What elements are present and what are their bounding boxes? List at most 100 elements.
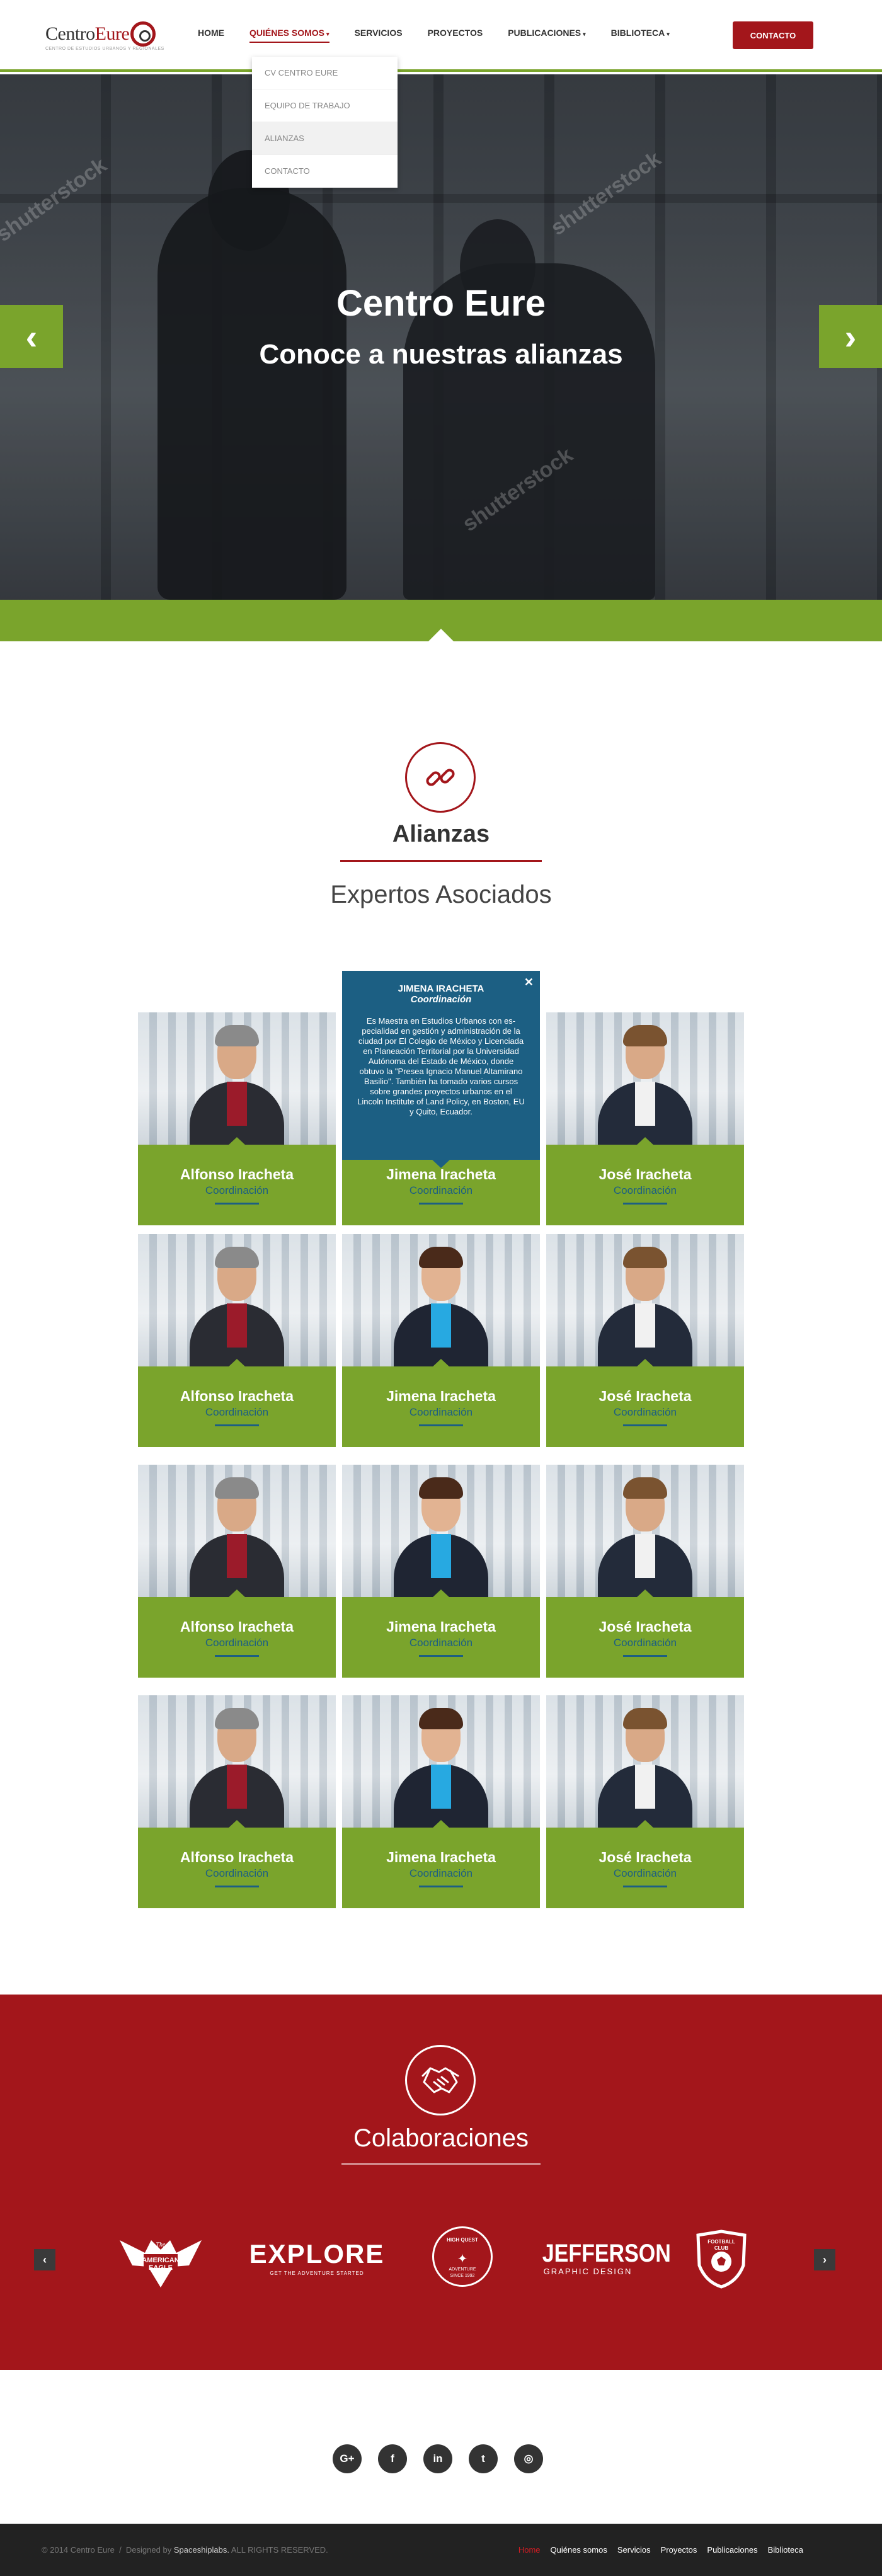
member-name: Alfonso Iracheta <box>180 1849 294 1865</box>
card-notch <box>227 1820 246 1829</box>
logo-text: CentroEure <box>45 23 130 44</box>
dropdown-item-contacto[interactable]: CONTACTO <box>252 155 398 188</box>
logo-text: GET THE ADVENTURE STARTED <box>270 2270 364 2276</box>
member-divider <box>623 1203 667 1205</box>
member-name: Jimena Iracheta <box>386 1388 496 1404</box>
close-icon[interactable]: ✕ <box>524 976 534 989</box>
team-member-card[interactable]: José Iracheta Coordinación <box>546 1465 744 1678</box>
member-photo <box>342 1695 540 1828</box>
member-divider <box>215 1886 259 1887</box>
section-title: Alianzas <box>392 821 490 847</box>
partner-logo-high-quest[interactable]: HIGH QUEST ✦ ADVENTURE SINCE 1992 <box>432 2226 495 2287</box>
member-name: Alfonso Iracheta <box>180 1166 294 1182</box>
facebook-icon[interactable]: f <box>378 2444 407 2473</box>
team-member-card[interactable]: Jimena Iracheta Coordinación <box>342 1234 540 1447</box>
partner-logo-explore[interactable]: EXPLORE GET THE ADVENTURE STARTED <box>244 2240 389 2277</box>
member-photo <box>546 1234 744 1366</box>
logo-target-icon <box>130 21 156 47</box>
team-member-card[interactable]: José Iracheta Coordinación <box>546 1695 744 1908</box>
member-divider <box>623 1655 667 1657</box>
page: CentroEure CENTRO DE ESTUDIOS URBANOS Y … <box>0 0 882 2576</box>
team-member-card[interactable]: Alfonso Iracheta Coordinación <box>138 1012 336 1225</box>
collaborations-section: Colaboraciones ‹ › The AMERICAN EAGLE EX… <box>0 1995 882 2370</box>
nav-item-home[interactable]: HOME <box>198 28 224 43</box>
nav-item-publicaciones[interactable]: PUBLICACIONES ▾ <box>508 28 585 43</box>
footer-link-quienes-somos[interactable]: Quiénes somos <box>551 2545 607 2555</box>
team-member-card[interactable]: José Iracheta Coordinación <box>546 1012 744 1225</box>
contact-button[interactable]: CONTACTO <box>733 21 813 49</box>
main-nav: HOME QUIÉNES SOMOS ▾ SERVICIOS PROYECTOS … <box>198 28 695 43</box>
logo-text: AMERICAN <box>142 2257 180 2264</box>
member-name: Alfonso Iracheta <box>180 1388 294 1404</box>
twitter-icon[interactable]: t <box>469 2444 498 2473</box>
card-notch <box>432 1589 450 1598</box>
carousel-prev-button[interactable]: ‹ <box>34 2249 55 2270</box>
footer-link-servicios[interactable]: Servicios <box>617 2545 651 2555</box>
slider-next-button[interactable]: › <box>819 305 882 368</box>
member-divider <box>215 1424 259 1426</box>
member-name: José Iracheta <box>598 1618 692 1635</box>
logo-tagline: CENTRO DE ESTUDIOS URBANOS Y REGIONALES <box>45 47 164 51</box>
member-bio-popup: ✕ JIMENA IRACHETA Coordinación Es Maestr… <box>342 971 540 1160</box>
footer-link-proyectos[interactable]: Proyectos <box>661 2545 697 2555</box>
card-notch <box>227 1589 246 1598</box>
slider-prev-button[interactable]: ‹ <box>0 305 63 368</box>
member-photo <box>546 1465 744 1597</box>
member-photo <box>546 1012 744 1145</box>
card-notch <box>636 1820 655 1829</box>
member-photo <box>138 1695 336 1828</box>
linkedin-icon[interactable]: in <box>423 2444 452 2473</box>
chevron-down-icon: ▾ <box>667 31 670 37</box>
card-notch <box>636 1359 655 1368</box>
team-member-card[interactable]: Alfonso Iracheta Coordinación <box>138 1234 336 1447</box>
card-notch <box>227 1137 246 1146</box>
dropdown-item-equipo[interactable]: EQUIPO DE TRABAJO <box>252 89 398 122</box>
team-member-card[interactable]: Jimena Iracheta Coordinación <box>342 1465 540 1678</box>
logo-text: FOOTBALL <box>707 2239 735 2245</box>
card-notch <box>636 1137 655 1146</box>
footer-nav: Home Quiénes somos Servicios Proyectos P… <box>508 2545 803 2555</box>
quienes-somos-dropdown: CV CENTRO EURE EQUIPO DE TRABAJO ALIANZA… <box>252 57 398 188</box>
team-member-card[interactable]: José Iracheta Coordinación <box>546 1234 744 1447</box>
nav-item-biblioteca[interactable]: BIBLIOTECA ▾ <box>611 28 670 43</box>
designer-link[interactable]: Spaceshiplabs. <box>174 2545 229 2555</box>
hero-band-notch <box>428 629 454 641</box>
footer: © 2014 Centro Eure / Designed by Spacesh… <box>0 2524 882 2576</box>
member-photo <box>138 1012 336 1145</box>
logo-text: EAGLE <box>149 2264 173 2272</box>
section-subtitle: Expertos Asociados <box>330 881 552 908</box>
carousel-next-button[interactable]: › <box>814 2249 835 2270</box>
dropdown-item-alianzas[interactable]: ALIANZAS <box>252 122 398 155</box>
logo-text: CLUB <box>714 2245 729 2251</box>
logo-text: The <box>156 2241 166 2248</box>
dropdown-item-cv[interactable]: CV CENTRO EURE <box>252 57 398 89</box>
collaborations-divider <box>341 2163 541 2165</box>
hero-slider: shutterstock shutterstock shutterstock C… <box>0 74 882 600</box>
team-member-card[interactable]: Alfonso Iracheta Coordinación <box>138 1695 336 1908</box>
nav-item-servicios[interactable]: SERVICIOS <box>355 28 403 43</box>
popup-pointer <box>432 1159 450 1168</box>
partner-logo-american-eagle[interactable]: The AMERICAN EAGLE <box>113 2228 208 2294</box>
footer-link-biblioteca[interactable]: Biblioteca <box>768 2545 803 2555</box>
member-role: Coordinación <box>205 1406 269 1418</box>
handshake-icon <box>405 2045 476 2115</box>
footer-link-home[interactable]: Home <box>518 2545 541 2555</box>
member-role: Coordinación <box>409 1867 473 1879</box>
chevron-down-icon: ▾ <box>326 31 329 37</box>
google-plus-icon[interactable]: G+ <box>333 2444 362 2473</box>
partner-logo-jefferson[interactable]: JEFFERSON GRAPHIC DESIGN <box>534 2240 671 2276</box>
collaborations-title: Colaboraciones <box>353 2124 529 2152</box>
site-logo[interactable]: CentroEure CENTRO DE ESTUDIOS URBANOS Y … <box>45 21 164 51</box>
popup-name: JIMENA IRACHETA <box>398 983 484 994</box>
team-member-card[interactable]: Jimena Iracheta Coordinación <box>342 1695 540 1908</box>
member-role: Coordinación <box>205 1867 269 1879</box>
footer-link-publicaciones[interactable]: Publicaciones <box>707 2545 757 2555</box>
copyright-separator: / <box>119 2545 122 2555</box>
team-member-card[interactable]: Alfonso Iracheta Coordinación <box>138 1465 336 1678</box>
partner-logo-football-club[interactable]: FOOTBALL CLUB <box>693 2229 750 2293</box>
nav-item-quienes-somos[interactable]: QUIÉNES SOMOS ▾ <box>249 28 329 43</box>
instagram-icon[interactable]: ◎ <box>514 2444 543 2473</box>
nav-item-proyectos[interactable]: PROYECTOS <box>428 28 483 43</box>
member-name: Jimena Iracheta <box>386 1166 496 1182</box>
member-photo <box>342 1465 540 1597</box>
